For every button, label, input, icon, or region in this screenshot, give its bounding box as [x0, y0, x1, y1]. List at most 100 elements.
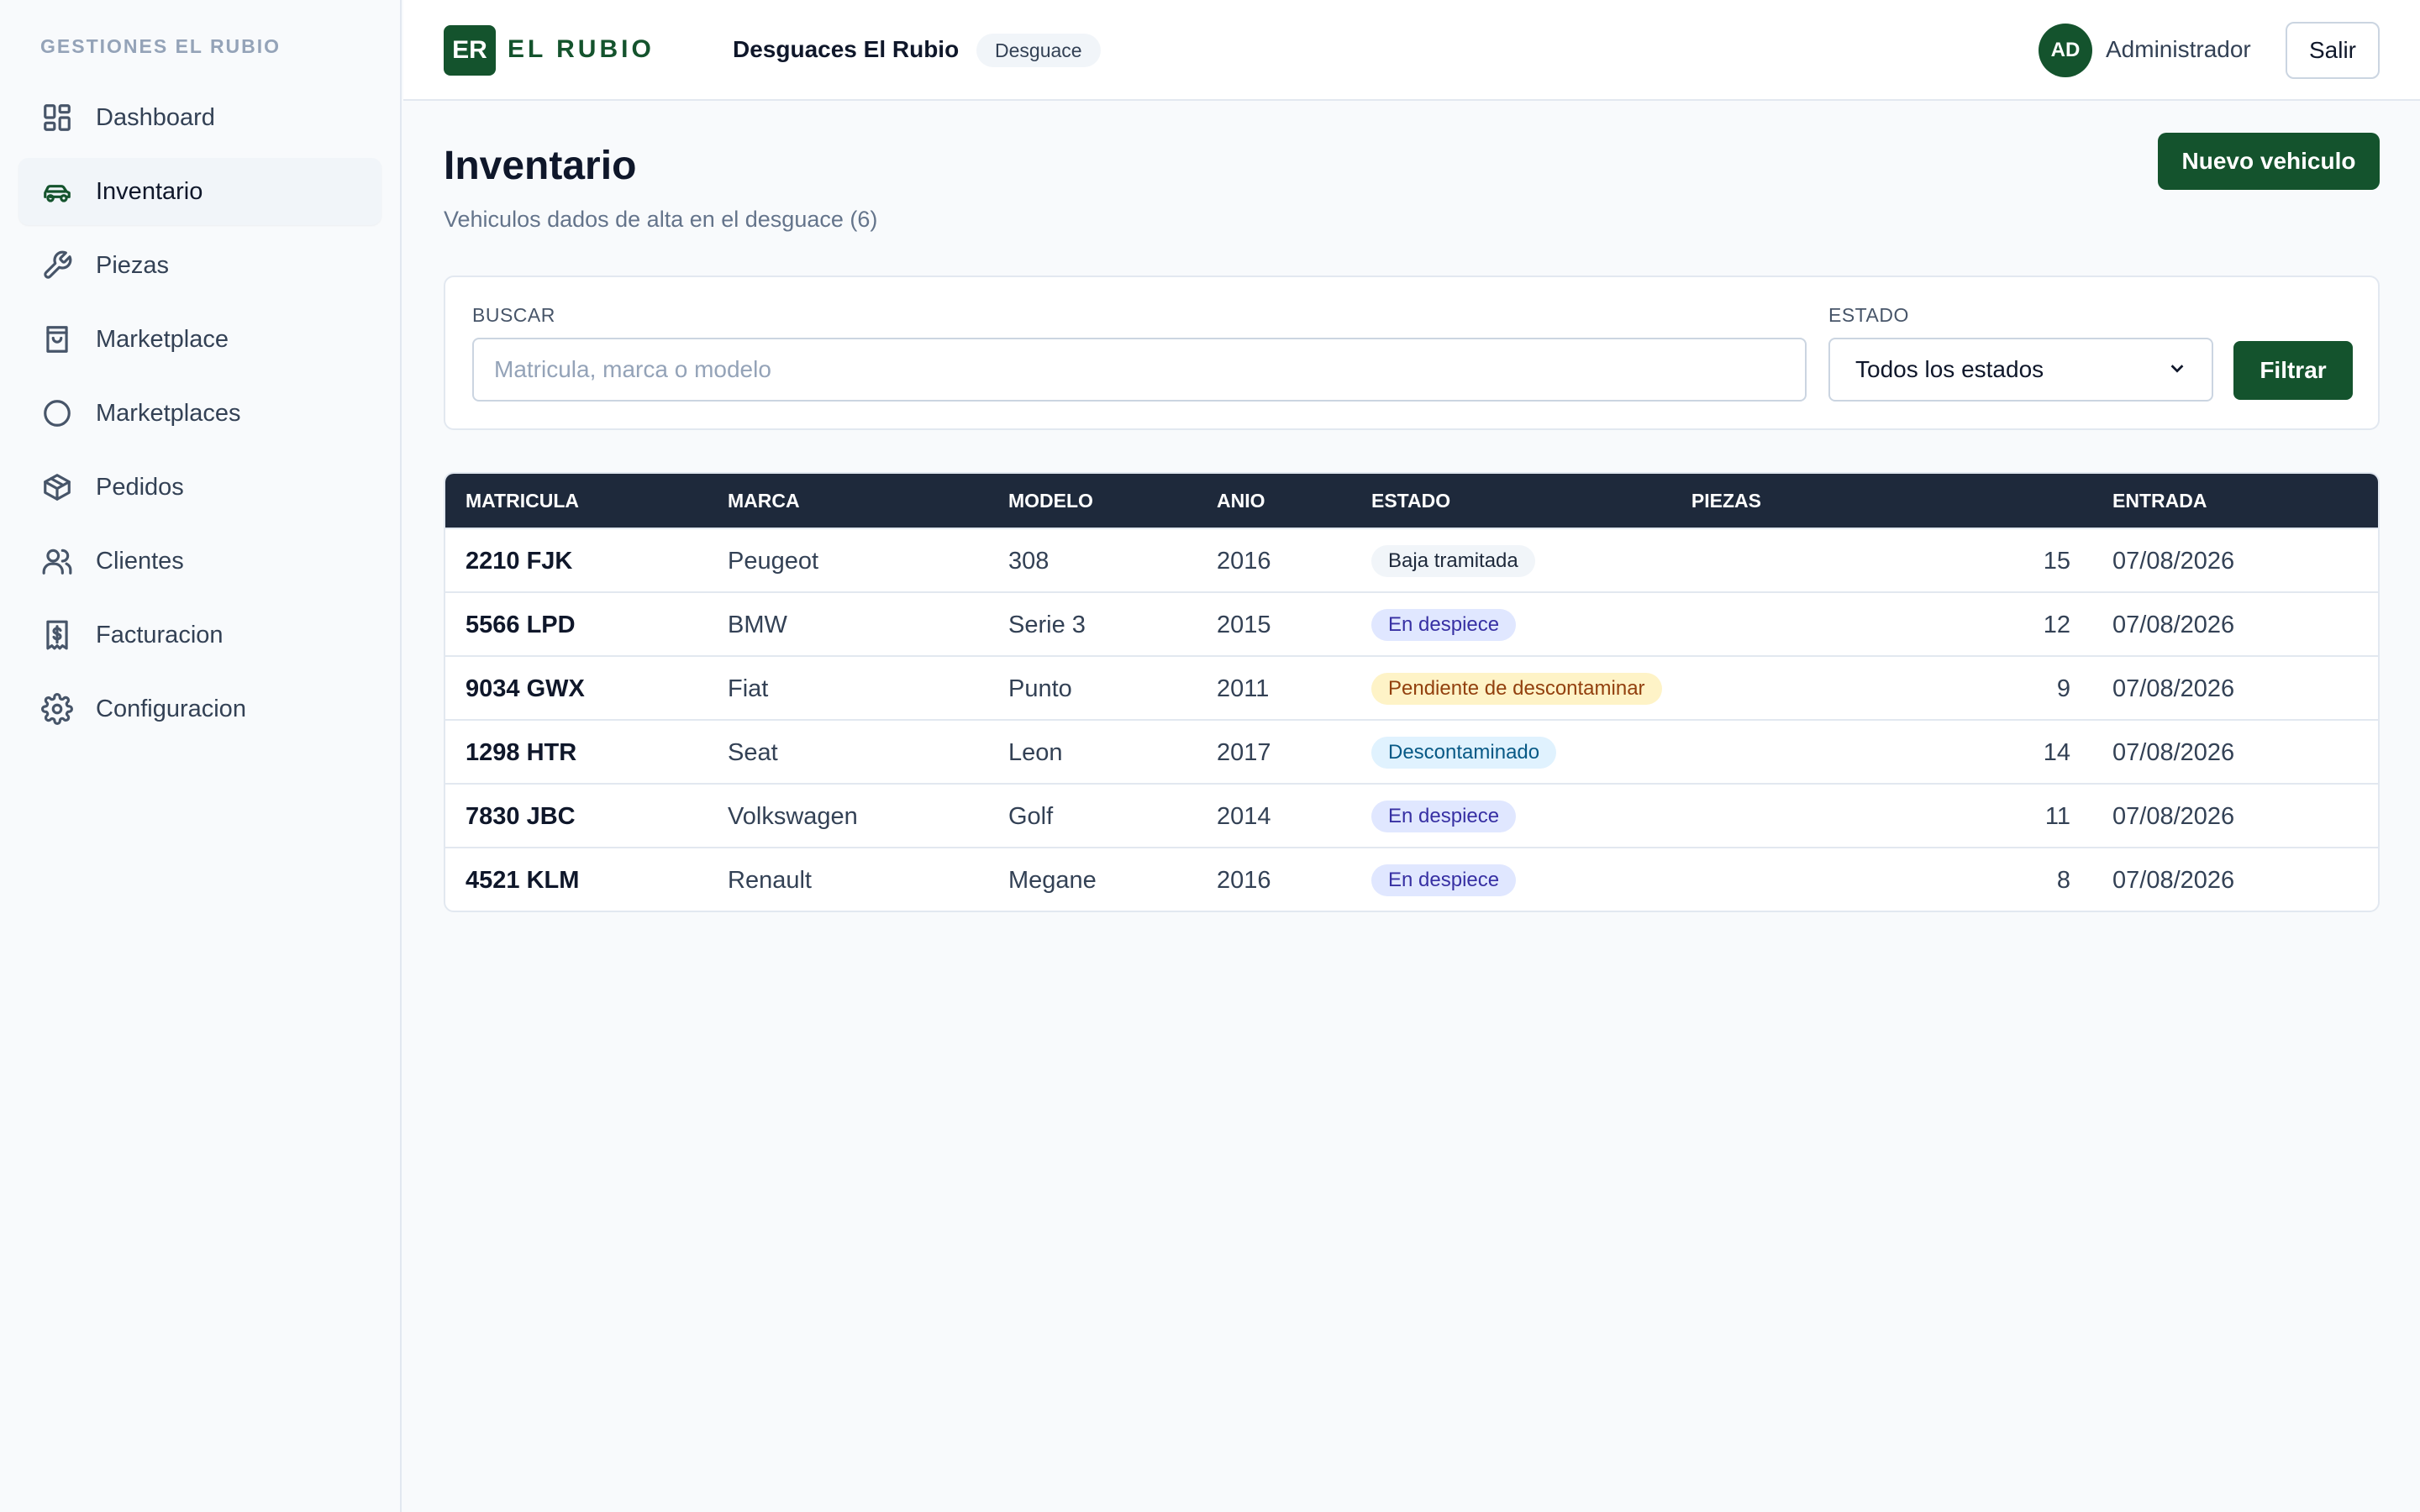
company-tag: Desguace	[976, 34, 1101, 67]
cell-marca: Peugeot	[728, 547, 819, 575]
filter-button[interactable]: Filtrar	[2233, 341, 2353, 400]
table-row[interactable]: 7830 JBC Volkswagen Golf 2014 En despiec…	[445, 783, 2378, 847]
cell-anio: 2014	[1217, 802, 1271, 830]
search-label: BUSCAR	[472, 304, 555, 326]
cell-modelo: Golf	[1008, 802, 1054, 830]
column-header-estado[interactable]: ESTADO	[1371, 490, 1450, 512]
cell-piezas: 11	[2044, 802, 2070, 830]
cell-entrada: 07/08/2026	[2112, 611, 2235, 638]
cell-anio: 2015	[1217, 611, 1271, 638]
cell-piezas: 14	[2043, 738, 2070, 766]
page-title: Inventario	[444, 144, 637, 188]
cell-entrada: 07/08/2026	[2112, 547, 2235, 575]
cell-matricula: 2210 FJK	[466, 547, 573, 575]
sidebar-item-label: Pedidos	[96, 473, 184, 501]
page-subtitle: Vehiculos dados de alta en el desguace (…	[444, 207, 878, 232]
cell-entrada: 07/08/2026	[2112, 738, 2235, 766]
sidebar-item-configuracion[interactable]: Configuracion	[18, 675, 381, 743]
cell-matricula: 1298 HTR	[466, 738, 577, 766]
cell-modelo: Megane	[1008, 866, 1097, 894]
search-input[interactable]	[472, 338, 1807, 402]
cell-modelo: 308	[1008, 547, 1050, 575]
sidebar-item-facturacion[interactable]: Facturacion	[18, 601, 381, 669]
cell-entrada: 07/08/2026	[2112, 675, 2235, 702]
inventory-table: MATRICULA MARCA MODELO ANIO ESTADO PIEZA…	[444, 472, 2380, 912]
cell-marca: Seat	[728, 738, 778, 766]
status-badge: Baja tramitada	[1371, 545, 1535, 577]
sidebar-item-label: Facturacion	[96, 621, 224, 648]
table-row[interactable]: 5566 LPD BMW Serie 3 2015 En despiece 12…	[445, 591, 2378, 655]
top-header: ER EL RUBIO Desguaces El Rubio Desguace …	[403, 0, 2420, 101]
cell-marca: Volkswagen	[728, 802, 858, 830]
table-header: MATRICULA MARCA MODELO ANIO ESTADO PIEZA…	[445, 474, 2378, 528]
cell-piezas: 9	[2056, 675, 2070, 702]
shopping-bag-icon	[40, 323, 74, 356]
cell-anio: 2016	[1217, 866, 1271, 894]
table-row[interactable]: 4521 KLM Renault Megane 2016 En despiece…	[445, 847, 2378, 911]
sidebar-caption: GESTIONES EL RUBIO	[40, 35, 281, 57]
sidebar-item-marketplaces[interactable]: Marketplaces	[18, 380, 381, 447]
cell-piezas: 12	[2043, 611, 2070, 638]
user-name: Administrador	[2106, 36, 2251, 62]
cell-modelo: Leon	[1008, 738, 1063, 766]
users-icon	[40, 544, 74, 578]
sidebar: GESTIONES EL RUBIO Dashboard Inventario …	[0, 0, 402, 1512]
company-name: Desguaces El Rubio	[733, 36, 960, 62]
cell-marca: Fiat	[728, 675, 769, 702]
table-row[interactable]: 2210 FJK Peugeot 308 2016 Baja tramitada…	[445, 528, 2378, 591]
sidebar-item-label: Marketplaces	[96, 399, 241, 427]
sidebar-item-dashboard[interactable]: Dashboard	[18, 84, 381, 151]
filter-card: BUSCAR ESTADO Todos los estados Filtrar	[444, 276, 2380, 430]
status-badge: En despiece	[1371, 609, 1517, 641]
sidebar-nav: Dashboard Inventario Piezas Marketplace …	[18, 84, 381, 749]
status-label: ESTADO	[1828, 304, 1909, 326]
logo-text: EL RUBIO	[508, 35, 655, 63]
new-vehicle-button[interactable]: Nuevo vehiculo	[2158, 133, 2380, 190]
column-header-matricula[interactable]: MATRICULA	[466, 490, 579, 512]
column-header-piezas[interactable]: PIEZAS	[1691, 490, 1761, 512]
sidebar-item-label: Inventario	[96, 177, 203, 205]
dashboard-icon	[40, 101, 74, 134]
cell-anio: 2016	[1217, 547, 1271, 575]
logout-button[interactable]: Salir	[2286, 22, 2380, 79]
column-header-anio[interactable]: ANIO	[1217, 490, 1265, 512]
status-badge: En despiece	[1371, 801, 1517, 832]
car-icon	[40, 175, 74, 208]
cell-anio: 2011	[1217, 675, 1270, 702]
cell-marca: Renault	[728, 866, 812, 894]
cell-entrada: 07/08/2026	[2112, 802, 2235, 830]
sidebar-item-label: Piezas	[96, 251, 170, 279]
cell-anio: 2017	[1217, 738, 1271, 766]
status-badge: Pendiente de descontaminar	[1371, 673, 1662, 705]
sidebar-item-marketplace[interactable]: Marketplace	[18, 306, 381, 373]
chevron-down-icon	[2168, 356, 2186, 383]
sidebar-item-label: Clientes	[96, 547, 184, 575]
sidebar-item-clientes[interactable]: Clientes	[18, 528, 381, 595]
sidebar-item-label: Marketplace	[96, 325, 229, 353]
status-select[interactable]: Todos los estados	[1828, 338, 2213, 402]
logo: ER	[444, 25, 496, 76]
circle-icon	[40, 396, 74, 430]
cell-matricula: 9034 GWX	[466, 675, 585, 702]
sidebar-item-pedidos[interactable]: Pedidos	[18, 454, 381, 521]
invoice-icon	[40, 618, 74, 652]
column-header-entrada[interactable]: ENTRADA	[2112, 490, 2207, 512]
sidebar-item-piezas[interactable]: Piezas	[18, 232, 381, 299]
cell-matricula: 7830 JBC	[466, 802, 576, 830]
box-icon	[40, 470, 74, 504]
status-select-value: Todos los estados	[1855, 356, 2044, 382]
cell-marca: BMW	[728, 611, 787, 638]
sidebar-item-inventario[interactable]: Inventario	[18, 158, 381, 225]
cell-matricula: 4521 KLM	[466, 866, 580, 894]
column-header-marca[interactable]: MARCA	[728, 490, 800, 512]
table-row[interactable]: 9034 GWX Fiat Punto 2011 Pendiente de de…	[445, 655, 2378, 719]
cell-matricula: 5566 LPD	[466, 611, 576, 638]
cell-piezas: 8	[2056, 866, 2070, 894]
cell-entrada: 07/08/2026	[2112, 866, 2235, 894]
sidebar-item-label: Configuracion	[96, 695, 246, 722]
status-badge: Descontaminado	[1371, 737, 1557, 769]
table-row[interactable]: 1298 HTR Seat Leon 2017 Descontaminado 1…	[445, 719, 2378, 783]
column-header-modelo[interactable]: MODELO	[1008, 490, 1093, 512]
cell-modelo: Punto	[1008, 675, 1072, 702]
avatar[interactable]: AD	[2039, 24, 2092, 77]
